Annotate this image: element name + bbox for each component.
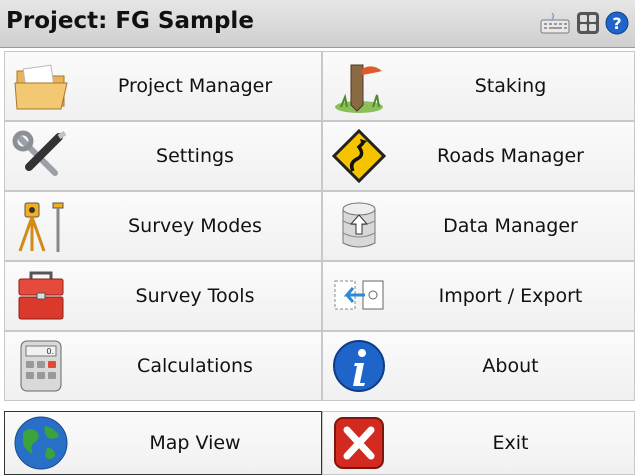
tile-label: Map View — [149, 432, 241, 454]
tile-label: Settings — [156, 145, 234, 167]
settings-button[interactable]: Settings — [4, 121, 322, 191]
project-manager-button[interactable]: Project Manager — [4, 51, 322, 121]
total-station-icon — [18, 202, 64, 252]
tile-label: Import / Export — [438, 285, 583, 307]
svg-text:0.: 0. — [46, 347, 54, 356]
road-sign-icon — [331, 128, 387, 184]
stake-icon — [335, 64, 383, 113]
map-view-button[interactable]: Map View — [4, 411, 322, 475]
exit-icon — [334, 417, 384, 469]
import-export-icon — [334, 280, 384, 310]
roads-manager-button[interactable]: Roads Manager — [322, 121, 635, 191]
info-icon — [333, 340, 385, 392]
database-icon — [342, 202, 376, 248]
tile-label: Data Manager — [443, 215, 578, 237]
calculations-button[interactable]: 0. Calculations — [4, 331, 322, 401]
globe-icon — [14, 416, 68, 470]
tile-label: Survey Modes — [128, 215, 262, 237]
exit-button[interactable]: Exit — [322, 411, 635, 475]
svg-text:?: ? — [612, 14, 621, 33]
about-button[interactable]: About — [322, 331, 635, 401]
title-bar: Project: FG Sample ? — [0, 0, 635, 48]
survey-tools-button[interactable]: Survey Tools — [4, 261, 322, 331]
main-menu-grid: Project Manager Staking Settings Roads M… — [0, 51, 635, 476]
staking-button[interactable]: Staking — [322, 51, 635, 121]
page-title: Project: FG Sample — [6, 8, 254, 34]
tile-label: Exit — [492, 432, 529, 454]
keyboard-icon[interactable] — [540, 11, 570, 35]
help-icon[interactable]: ? — [605, 11, 629, 35]
tile-label: Project Manager — [117, 75, 273, 97]
folder-icon — [14, 64, 68, 110]
tile-label: Calculations — [137, 355, 253, 377]
survey-modes-button[interactable]: Survey Modes — [4, 191, 322, 261]
toolbox-icon — [18, 271, 64, 320]
calculator-icon: 0. — [20, 340, 62, 392]
tile-label: Staking — [474, 75, 547, 97]
data-manager-button[interactable]: Data Manager — [322, 191, 635, 261]
tile-label: Roads Manager — [437, 145, 584, 167]
tile-label: Survey Tools — [135, 285, 255, 307]
import-export-button[interactable]: Import / Export — [322, 261, 635, 331]
tools-icon — [12, 130, 67, 176]
calculator-icon[interactable] — [576, 11, 600, 35]
tile-label: About — [482, 355, 539, 377]
